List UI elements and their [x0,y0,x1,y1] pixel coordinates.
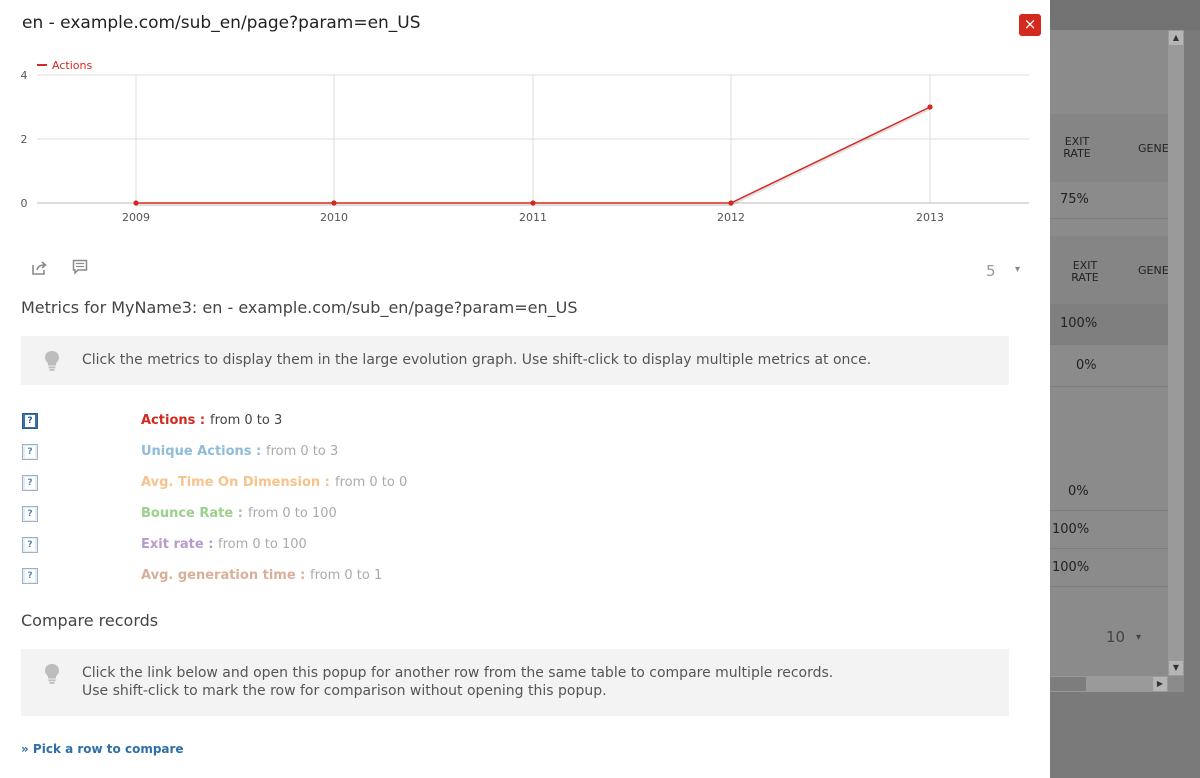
background-page: EXIT RATE GENE 75% EXIT RATE GENE 100% 0… [1050,0,1200,778]
background-cell-value: 75% [1060,192,1089,207]
metric-range: from 0 to 100 [218,537,307,552]
metric-info-icon[interactable]: ? [22,506,38,522]
background-col-exit-rate: EXIT RATE [1071,259,1099,284]
background-table-row: 75% [1050,182,1168,219]
chart-data-point [728,200,734,206]
chart-data-point [530,200,536,206]
scroll-right-icon: ▶ [1153,677,1167,691]
chevron-down-icon[interactable]: ▾ [1015,264,1020,275]
chart-x-tick-label: 2013 [916,211,944,224]
chart-x-tick-label: 2009 [122,211,150,224]
metric-info-icon[interactable]: ? [22,475,38,491]
metric-info-icon[interactable]: ? [22,537,38,553]
question-mark-icon: ? [25,446,35,458]
question-mark-icon: ? [25,477,35,489]
metric-row[interactable]: ? Avg. generation time : from 0 to 1 [0,565,1000,587]
row-evolution-popup: en - example.com/sub_en/page?param=en_US… [0,0,1050,778]
background-cell-value: 100% [1060,316,1098,331]
export-icon[interactable] [31,260,47,280]
metric-row[interactable]: ? Unique Actions : from 0 to 3 [0,441,1000,463]
chart-data-point [331,200,337,206]
chart-y-tick-label: 0 [21,197,28,210]
chart-x-tick-label: 2010 [320,211,348,224]
background-table-row: 100% [1050,548,1168,587]
metrics-hint-text: Click the metrics to display them in the… [82,352,872,368]
background-vertical-scrollbar: ▲ ▼ [1168,30,1184,676]
limit-selector[interactable]: 5 [986,262,996,280]
metric-range: from 0 to 1 [310,568,383,583]
background-report-panel: EXIT RATE GENE 75% EXIT RATE GENE 100% 0… [1050,30,1184,692]
metrics-section-title: Metrics for MyName3: en - example.com/su… [21,298,578,317]
background-table-row: 100% [1050,304,1168,345]
chevron-down-icon: ▾ [1136,632,1142,643]
background-top-strip [1050,0,1200,30]
question-mark-icon: ? [25,508,35,520]
chart-data-point [927,104,933,110]
metric-range: from 0 to 0 [335,475,408,490]
chart-y-tick-label: 4 [21,69,28,82]
chart-legend: Actions [37,59,92,72]
background-cell-value: 100% [1052,522,1090,537]
metric-row[interactable]: ? Actions : from 0 to 3 [0,410,1000,432]
lightbulb-icon [44,663,60,689]
close-button[interactable]: × [1019,14,1041,36]
compare-hint-line-2: Use shift-click to mark the row for comp… [82,683,607,699]
background-col-generation: GENE [1138,142,1169,155]
metric-info-icon[interactable]: ? [22,444,38,460]
background-col-exit-rate: EXIT RATE [1063,135,1091,160]
pick-row-to-compare-link[interactable]: » Pick a row to compare [21,742,184,756]
background-cell-value: 0% [1076,358,1097,373]
compare-hint-line-1: Click the link below and open this popup… [82,665,834,681]
metric-label[interactable]: Actions : [141,413,205,428]
question-mark-icon: ? [25,539,35,551]
chart-y-tick-label: 2 [21,133,28,146]
metric-range: from 0 to 3 [210,413,283,428]
background-table-row: 0% [1050,346,1168,387]
metric-row[interactable]: ? Bounce Rate : from 0 to 100 [0,503,1000,525]
question-mark-icon: ? [25,415,35,427]
background-col-generation: GENE [1138,264,1169,277]
background-horizontal-scrollbar: ▶ [1050,676,1168,692]
scroll-up-icon: ▲ [1169,31,1183,45]
metric-label[interactable]: Avg. generation time : [141,568,305,583]
evolution-chart[interactable]: 2009 2010 2011 2012 2013 0 2 4 Actions [0,54,1050,226]
metric-row[interactable]: ? Exit rate : from 0 to 100 [0,534,1000,556]
metric-info-icon[interactable]: ? [22,413,38,429]
scroll-down-icon: ▼ [1169,661,1183,675]
background-table-header: EXIT RATE GENE [1050,114,1169,182]
metric-range: from 0 to 3 [266,444,339,459]
background-cell-value: 100% [1052,560,1090,575]
compare-hint-box: Click the link below and open this popup… [21,649,1009,716]
lightbulb-icon [44,350,60,376]
metric-range: from 0 to 100 [248,506,337,521]
metric-label[interactable]: Avg. Time On Dimension : [141,475,330,490]
chart-x-tick-label: 2011 [519,211,547,224]
background-subtable-header: EXIT RATE GENE [1050,236,1169,304]
metric-label[interactable]: Unique Actions : [141,444,261,459]
metric-row[interactable]: ? Avg. Time On Dimension : from 0 to 0 [0,472,1000,494]
metric-label[interactable]: Bounce Rate : [141,506,243,521]
background-table-row: 100% [1050,510,1168,549]
background-cell-value: 0% [1068,484,1089,499]
compare-section-title: Compare records [21,611,159,630]
legend-label: Actions [52,59,92,72]
question-mark-icon: ? [25,570,35,582]
metric-label[interactable]: Exit rate : [141,537,213,552]
metrics-hint-box: Click the metrics to display them in the… [21,336,1009,385]
background-limit-selector: 10 [1106,628,1126,646]
chart-data-point [133,200,139,206]
chart-x-tick-label: 2012 [717,211,745,224]
chart-grid [37,74,1029,204]
metric-info-icon[interactable]: ? [22,568,38,584]
chart-x-axis: 2009 2010 2011 2012 2013 [122,211,944,224]
scrollbar-thumb [1050,677,1086,691]
annotation-icon[interactable] [72,259,88,279]
background-table-row: 0% [1050,472,1168,511]
chart-y-axis: 0 2 4 [21,69,28,210]
popup-title: en - example.com/sub_en/page?param=en_US [22,13,421,33]
